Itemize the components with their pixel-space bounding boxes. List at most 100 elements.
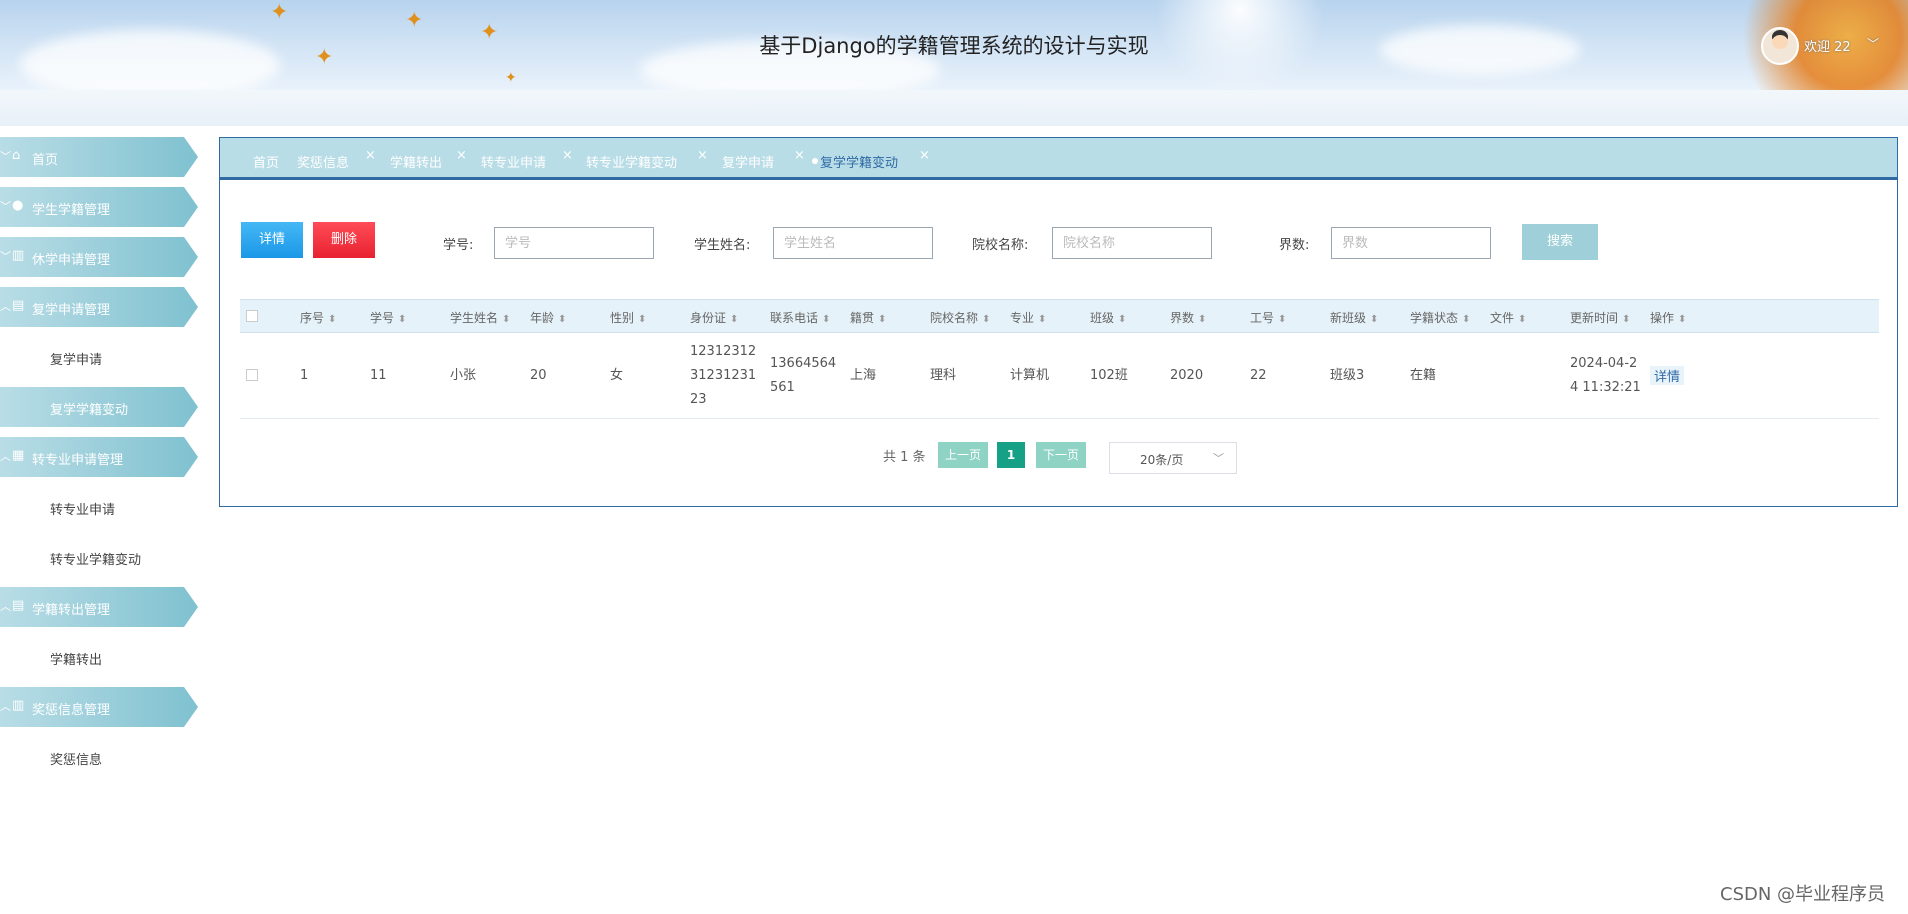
- sidebar-group-9[interactable]: ▤ 学籍转出管理 ︿: [0, 587, 198, 627]
- sidebar-item-5[interactable]: 复学学籍变动: [0, 387, 198, 427]
- close-icon[interactable]: ×: [919, 148, 930, 163]
- sidebar-item-label: 奖惩信息: [50, 753, 103, 768]
- age-cell: 20: [530, 368, 547, 383]
- sort-icon[interactable]: ⬍: [878, 314, 886, 325]
- tab-0[interactable]: 首页: [253, 152, 279, 171]
- sort-icon[interactable]: ⬍: [502, 314, 510, 325]
- sidebar-group-label: 奖惩信息管理: [32, 703, 111, 718]
- table-row: 1 11 小张 20 女 12312312 31231231 23 13664564 561 上海理…: [240, 333, 1879, 419]
- chevron-up-icon: ︿: [0, 450, 11, 463]
- chevron-down-icon: ﹀: [1213, 452, 1224, 465]
- updated-time-cell: 2024-04-2 4 11:32:21: [1570, 352, 1641, 400]
- sort-icon[interactable]: ⬍: [730, 314, 738, 325]
- detail-button[interactable]: 详情: [241, 222, 303, 258]
- sidebar-group-6[interactable]: ▦ 转专业申请管理 ︿: [0, 437, 198, 477]
- column-header[interactable]: 操作 ⬍: [1650, 309, 1686, 326]
- select-all-checkbox[interactable]: [246, 310, 258, 322]
- student-no-input[interactable]: [494, 227, 654, 259]
- sidebar-item-10[interactable]: 学籍转出: [0, 637, 200, 677]
- sidebar-group-2[interactable]: ▥ 休学申请管理 ﹀: [0, 237, 198, 277]
- column-header[interactable]: 年龄 ⬍: [530, 309, 566, 326]
- column-header[interactable]: 学号 ⬍: [370, 309, 406, 326]
- column-header[interactable]: 新班级 ⬍: [1330, 309, 1378, 326]
- sort-icon[interactable]: ⬍: [1678, 314, 1686, 325]
- table-icon: ▤: [12, 598, 25, 613]
- column-header[interactable]: 院校名称 ⬍: [930, 309, 990, 326]
- sidebar-item-7[interactable]: 转专业申请: [0, 487, 200, 527]
- close-icon[interactable]: ×: [794, 148, 805, 163]
- sort-icon[interactable]: ⬍: [1038, 314, 1046, 325]
- grade-input[interactable]: [1331, 227, 1491, 259]
- row-detail-link[interactable]: 详情: [1650, 366, 1685, 385]
- grade-label: 界数:: [1279, 238, 1310, 253]
- column-header[interactable]: 籍贯 ⬍: [850, 309, 886, 326]
- column-header-label: 序号: [300, 311, 325, 325]
- sort-icon[interactable]: ⬍: [1518, 314, 1526, 325]
- sidebar-item-8[interactable]: 转专业学籍变动: [0, 537, 200, 577]
- column-header[interactable]: 文件 ⬍: [1490, 309, 1526, 326]
- phone-cell: 13664564 561: [770, 352, 836, 400]
- student-name-input[interactable]: [773, 227, 933, 259]
- watermark: CSDN @毕业程序员: [1720, 884, 1886, 905]
- page-size-select[interactable]: 20条/页 ﹀: [1109, 442, 1237, 474]
- tab-1[interactable]: 奖惩信息: [297, 152, 349, 171]
- sort-icon[interactable]: ⬍: [822, 314, 830, 325]
- tab-5[interactable]: 复学申请: [722, 152, 774, 171]
- sidebar-group-3[interactable]: ▤ 复学申请管理 ︿: [0, 287, 198, 327]
- column-header[interactable]: 联系电话 ⬍: [770, 309, 830, 326]
- sort-icon[interactable]: ⬍: [328, 314, 336, 325]
- sidebar-item-12[interactable]: 奖惩信息: [0, 737, 200, 777]
- close-icon[interactable]: ×: [365, 148, 376, 163]
- column-header[interactable]: 班级 ⬍: [1090, 309, 1126, 326]
- column-header[interactable]: 序号 ⬍: [300, 309, 336, 326]
- sort-icon[interactable]: ⬍: [1198, 314, 1206, 325]
- column-header-label: 身份证: [690, 311, 727, 325]
- close-icon[interactable]: ×: [562, 148, 573, 163]
- sidebar-group-1[interactable]: ● 学生学籍管理 ﹀: [0, 187, 198, 227]
- column-header[interactable]: 工号 ⬍: [1250, 309, 1286, 326]
- sort-icon[interactable]: ⬍: [982, 314, 990, 325]
- column-header[interactable]: 性别 ⬍: [610, 309, 646, 326]
- row-checkbox[interactable]: [246, 369, 258, 381]
- image-icon: ▤: [12, 298, 25, 313]
- avatar[interactable]: [1761, 27, 1799, 65]
- status-cell: 在籍: [1410, 368, 1437, 383]
- prev-page-button[interactable]: 上一页: [938, 442, 988, 468]
- close-icon[interactable]: ×: [697, 148, 708, 163]
- chevron-up-icon: ︿: [0, 600, 11, 613]
- welcome-text[interactable]: 欢迎 22: [1804, 36, 1851, 55]
- delete-button[interactable]: 删除: [313, 222, 375, 258]
- sidebar-item-4[interactable]: 复学申请: [0, 337, 200, 377]
- tab-2[interactable]: 学籍转出: [390, 152, 442, 171]
- column-header[interactable]: 更新时间 ⬍: [1570, 309, 1630, 326]
- student-name-label: 学生姓名:: [694, 238, 751, 253]
- sort-icon[interactable]: ⬍: [398, 314, 406, 325]
- column-header[interactable]: 界数 ⬍: [1170, 309, 1206, 326]
- sort-icon[interactable]: ⬍: [1118, 314, 1126, 325]
- column-header-label: 工号: [1250, 311, 1275, 325]
- sort-icon[interactable]: ⬍: [1622, 314, 1630, 325]
- tab-3[interactable]: 转专业申请: [481, 152, 546, 171]
- search-button[interactable]: 搜索: [1522, 224, 1598, 260]
- sort-icon[interactable]: ⬍: [558, 314, 566, 325]
- column-header[interactable]: 学籍状态 ⬍: [1410, 309, 1470, 326]
- close-icon[interactable]: ×: [456, 148, 467, 163]
- school-name-input[interactable]: [1052, 227, 1212, 259]
- sort-icon[interactable]: ⬍: [1370, 314, 1378, 325]
- sidebar-group-label: 学籍转出管理: [32, 603, 111, 618]
- column-header[interactable]: 专业 ⬍: [1010, 309, 1046, 326]
- sort-icon[interactable]: ⬍: [1278, 314, 1286, 325]
- sort-icon[interactable]: ⬍: [638, 314, 646, 325]
- tab-6[interactable]: 复学学籍变动: [820, 152, 898, 171]
- page-number-current[interactable]: 1: [997, 442, 1025, 468]
- tab-4[interactable]: 转专业学籍变动: [586, 152, 677, 171]
- next-page-button[interactable]: 下一页: [1036, 442, 1086, 468]
- column-header[interactable]: 身份证 ⬍: [690, 309, 738, 326]
- sort-icon[interactable]: ⬍: [1462, 314, 1470, 325]
- sidebar-group-0[interactable]: ⌂ 首页 ﹀: [0, 137, 198, 177]
- column-header[interactable]: 学生姓名 ⬍: [450, 309, 510, 326]
- column-header-label: 学号: [370, 311, 395, 325]
- column-header-label: 院校名称: [930, 311, 979, 325]
- sidebar-group-11[interactable]: ▥ 奖惩信息管理 ︿: [0, 687, 198, 727]
- chevron-down-icon[interactable]: ﹀: [1867, 35, 1879, 52]
